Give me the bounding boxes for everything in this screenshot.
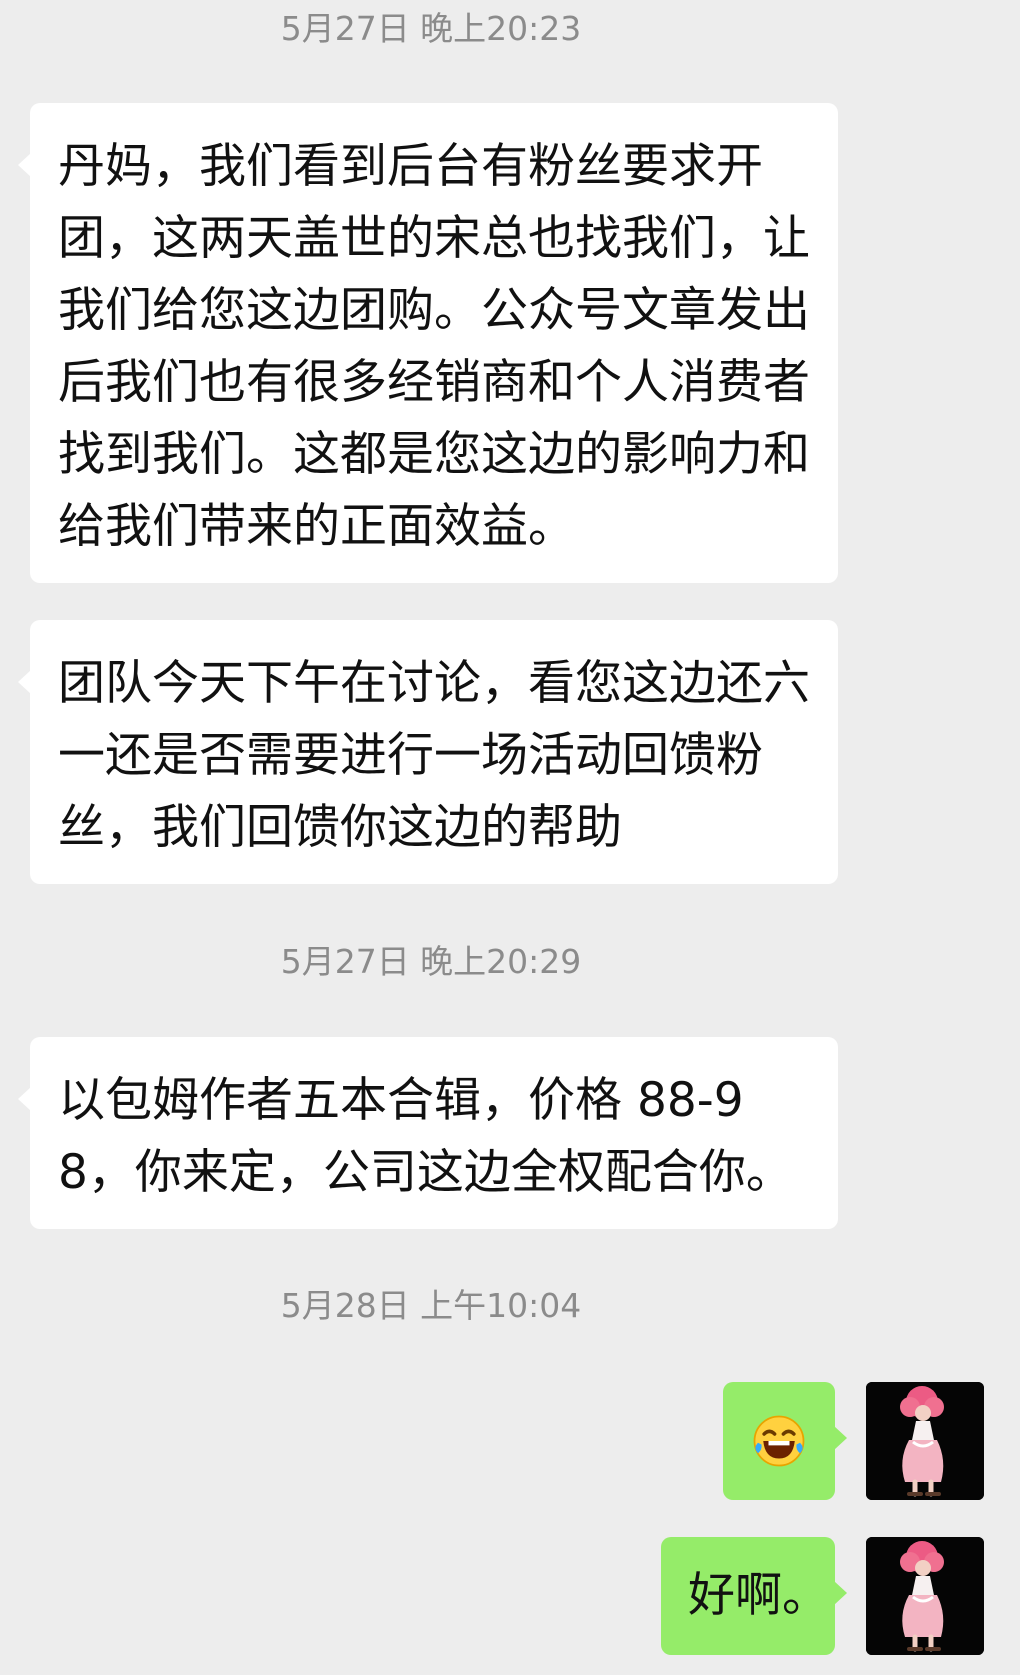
user-avatar[interactable] — [866, 1382, 984, 1500]
outgoing-emoji-bubble[interactable] — [723, 1382, 847, 1500]
message-timestamp: 5月28日 上午10:04 — [280, 1286, 582, 1325]
incoming-message-bubble[interactable]: 团队今天下午在讨论，看您这边还六一还是否需要进行一场活动回馈粉丝，我们回馈你这边… — [18, 620, 838, 884]
incoming-message-text: 丹妈，我们看到后台有粉丝要求开团，这两天盖世的宋总也找我们，让我们给您这边团购。… — [58, 139, 810, 554]
pink-haired-character-avatar — [866, 1537, 984, 1655]
incoming-message-text: 以包姆作者五本合辑，价格 88-98，你来定，公司这边全权配合你。 — [58, 1073, 793, 1200]
message-timestamp: 5月27日 晚上20:23 — [280, 9, 582, 48]
incoming-message-bubble[interactable]: 以包姆作者五本合辑，价格 88-98，你来定，公司这边全权配合你。 — [18, 1037, 838, 1229]
outgoing-message-bubble[interactable]: 好啊。 — [661, 1537, 847, 1655]
outgoing-message-text: 好啊。 — [688, 1568, 829, 1623]
message-timestamp: 5月27日 晚上20:29 — [280, 942, 582, 981]
user-avatar[interactable] — [866, 1537, 984, 1655]
incoming-message-bubble[interactable]: 丹妈，我们看到后台有粉丝要求开团，这两天盖世的宋总也找我们，让我们给您这边团购。… — [18, 103, 838, 583]
pink-haired-character-avatar — [866, 1382, 984, 1500]
incoming-message-text: 团队今天下午在讨论，看您这边还六一还是否需要进行一场活动回馈粉丝，我们回馈你这边… — [58, 656, 810, 855]
laughing-with-tears-emoji — [753, 1415, 805, 1467]
